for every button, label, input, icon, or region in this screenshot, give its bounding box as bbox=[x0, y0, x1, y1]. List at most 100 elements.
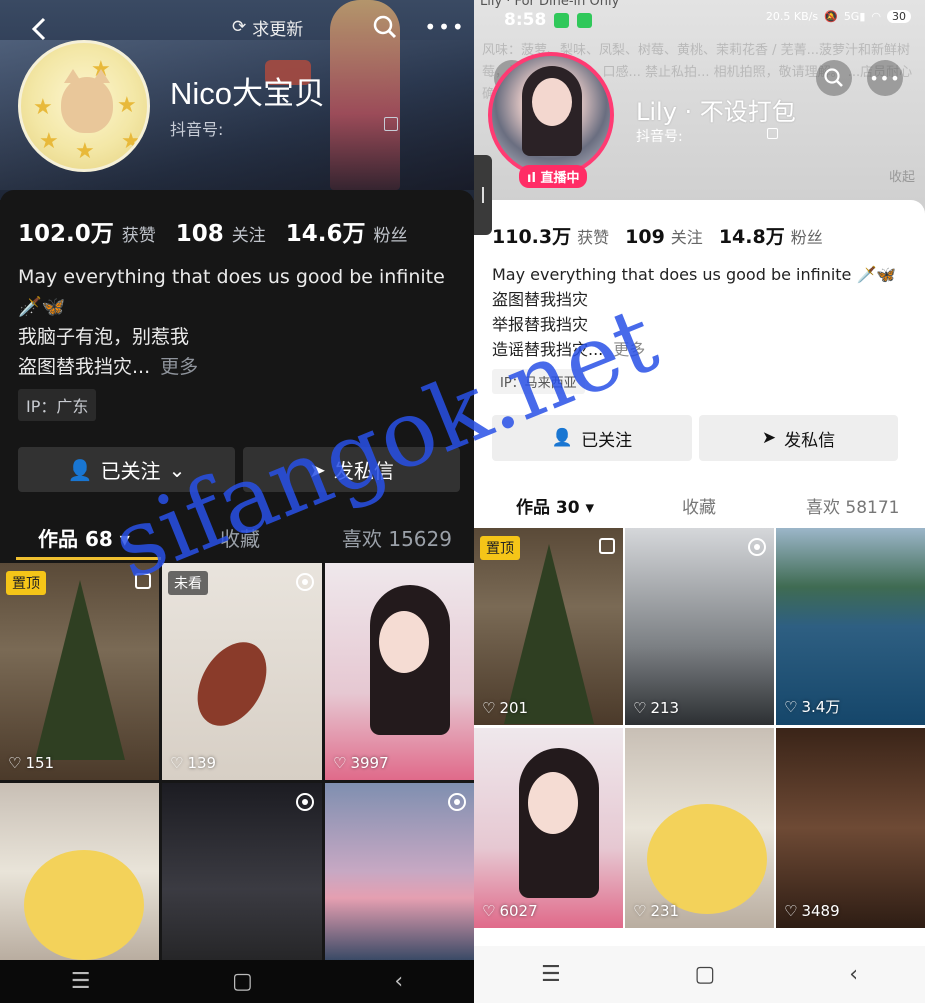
heart-icon: ♡ bbox=[784, 697, 798, 716]
avatar[interactable] bbox=[488, 52, 614, 178]
tab-works[interactable]: 作品 30 ▾ bbox=[516, 493, 594, 518]
like-count-value: 151 bbox=[25, 754, 55, 772]
side-drag-handle[interactable] bbox=[474, 155, 492, 235]
ip-location-badge: IP：马来西亚 bbox=[492, 369, 585, 394]
ip-location-badge: IP：广东 bbox=[18, 389, 97, 421]
heart-icon: ♡ bbox=[633, 902, 647, 920]
tab-favorites[interactable]: 收藏 bbox=[682, 493, 716, 518]
stats-row: 102.0万 获赞 108 关注 14.6万 粉丝 bbox=[18, 214, 428, 248]
avatar[interactable]: ★★ ★★ ★★ bbox=[18, 40, 150, 172]
video-tile[interactable] bbox=[325, 783, 474, 960]
cat-illustration bbox=[61, 69, 113, 133]
back-icon[interactable]: ‹ bbox=[849, 962, 858, 987]
more-dots-icon: ••• bbox=[869, 68, 901, 88]
more-button[interactable]: ••• bbox=[867, 60, 903, 96]
refresh-icon: ⟳ bbox=[232, 17, 247, 37]
bio-more-link[interactable]: 更多 bbox=[613, 340, 645, 359]
tile-thumbnail bbox=[647, 804, 768, 914]
bio: May everything that does us good be infi… bbox=[492, 262, 912, 362]
content-tabs: 作品 30 ▾ 收藏 喜欢 58171 bbox=[474, 487, 925, 521]
search-button[interactable] bbox=[368, 10, 402, 44]
stat-followers[interactable]: 14.8万 粉丝 bbox=[719, 222, 823, 249]
video-tile[interactable]: 置顶 ♡ 151 bbox=[0, 563, 159, 780]
stat-following[interactable]: 109 关注 bbox=[625, 224, 703, 248]
heart-icon: ♡ bbox=[784, 902, 798, 920]
pinned-badge: 置顶 bbox=[480, 536, 520, 560]
heart-icon: ♡ bbox=[170, 754, 184, 772]
video-tile[interactable]: ♡ 231 bbox=[625, 728, 774, 928]
battery-icon: 30 bbox=[887, 10, 911, 23]
stat-likes[interactable]: 110.3万 获赞 bbox=[492, 222, 609, 249]
system-nav-bar: ☰ ▢ ‹ bbox=[0, 960, 474, 1003]
left-profile-screen: ⟳ 求更新 ••• ★★ ★★ ★★ Nico大宝贝 抖音号: 102.0万获赞… bbox=[0, 0, 474, 1003]
live-badge[interactable]: ıl 直播中 bbox=[519, 165, 588, 188]
menu-icon[interactable]: ☰ bbox=[71, 969, 91, 994]
back-icon[interactable]: ‹ bbox=[394, 969, 403, 994]
back-button[interactable] bbox=[22, 12, 56, 46]
douyin-id-label: 抖音号: bbox=[636, 129, 683, 145]
video-tile[interactable]: ♡ 3489 bbox=[776, 728, 925, 928]
message-button-label: 发私信 bbox=[333, 459, 394, 483]
bio-line: 我脑子有泡，别惹我 bbox=[18, 326, 190, 348]
stat-likes[interactable]: 102.0万 获赞 bbox=[18, 214, 156, 248]
like-count: ♡ 3997 bbox=[333, 754, 389, 772]
stat-label: 关注 bbox=[670, 228, 703, 247]
home-icon[interactable]: ▢ bbox=[695, 962, 716, 987]
like-count-value: 3997 bbox=[350, 754, 389, 772]
copy-icon[interactable] bbox=[767, 128, 778, 139]
bio-more-link[interactable]: 更多 bbox=[160, 356, 198, 378]
follow-button[interactable]: 👤 已关注 bbox=[492, 415, 692, 461]
net-speed: 20.5 KB/s bbox=[765, 10, 819, 23]
like-count-value: 213 bbox=[650, 699, 680, 717]
stat-value: 108 bbox=[175, 221, 224, 247]
mute-icon: 🔕 bbox=[824, 10, 838, 23]
follow-button[interactable]: 👤 已关注 ⌄ bbox=[18, 447, 235, 492]
like-count: ♡ 3.4万 bbox=[784, 696, 840, 717]
stat-value: 110.3万 bbox=[492, 226, 572, 248]
video-tile[interactable] bbox=[0, 783, 159, 960]
like-count-value: 231 bbox=[650, 902, 680, 920]
collapse-link[interactable]: 收起 bbox=[889, 166, 915, 185]
message-button[interactable]: ➤ 发私信 bbox=[243, 447, 460, 492]
video-tile[interactable]: ♡ 6027 bbox=[474, 728, 623, 928]
stat-label: 关注 bbox=[231, 226, 266, 246]
message-button-label: 发私信 bbox=[784, 430, 836, 451]
live-photo-icon bbox=[296, 793, 314, 811]
tab-favorites[interactable]: 收藏 bbox=[220, 523, 260, 552]
stat-value: 102.0万 bbox=[18, 221, 114, 247]
video-tile[interactable] bbox=[162, 783, 322, 960]
bio-line: 🗡️🦋 bbox=[18, 296, 66, 318]
like-count-value: 3.4万 bbox=[801, 698, 841, 716]
more-button[interactable]: ••• bbox=[424, 10, 465, 44]
like-count: ♡ 3489 bbox=[784, 902, 840, 920]
menu-icon[interactable]: ☰ bbox=[541, 962, 561, 987]
copy-icon[interactable] bbox=[384, 117, 398, 131]
stat-followers[interactable]: 14.6万 粉丝 bbox=[286, 214, 408, 248]
caret-down-icon: ▾ bbox=[585, 498, 595, 518]
tile-thumbnail bbox=[23, 850, 144, 960]
active-tab-indicator bbox=[16, 557, 161, 560]
profile-name: Nico大宝贝 bbox=[170, 76, 326, 111]
wechat-icon bbox=[554, 12, 570, 28]
tab-works[interactable]: 作品 68 ▾ bbox=[38, 523, 130, 552]
message-button[interactable]: ➤ 发私信 bbox=[699, 415, 898, 461]
video-tile[interactable]: 未看 ♡ 139 bbox=[162, 563, 322, 780]
bio-line: 举报替我挡灾 bbox=[492, 315, 589, 334]
tab-works-label: 作品 68 bbox=[38, 527, 113, 551]
avatar-face bbox=[532, 78, 572, 126]
pinned-badge: 置顶 bbox=[6, 571, 46, 595]
video-tile[interactable]: ♡ 3997 bbox=[325, 563, 474, 780]
cover-title: Lily · For Dine-in Only bbox=[480, 0, 620, 9]
video-tile[interactable]: 置顶 ♡ 201 bbox=[474, 528, 623, 725]
search-button[interactable] bbox=[816, 60, 852, 96]
request-update-button[interactable]: ⟳ 求更新 bbox=[232, 10, 303, 44]
video-tile[interactable]: ♡ 3.4万 bbox=[776, 528, 925, 725]
tile-thumbnail-face bbox=[378, 610, 429, 673]
home-icon[interactable]: ▢ bbox=[232, 969, 253, 994]
stat-following[interactable]: 108 关注 bbox=[176, 221, 266, 247]
status-time: 8:58 bbox=[504, 10, 547, 30]
tab-likes[interactable]: 喜欢 58171 bbox=[806, 493, 899, 518]
tab-likes[interactable]: 喜欢 15629 bbox=[342, 523, 452, 552]
unwatched-badge: 未看 bbox=[168, 571, 208, 595]
video-tile[interactable]: ♡ 213 bbox=[625, 528, 774, 725]
